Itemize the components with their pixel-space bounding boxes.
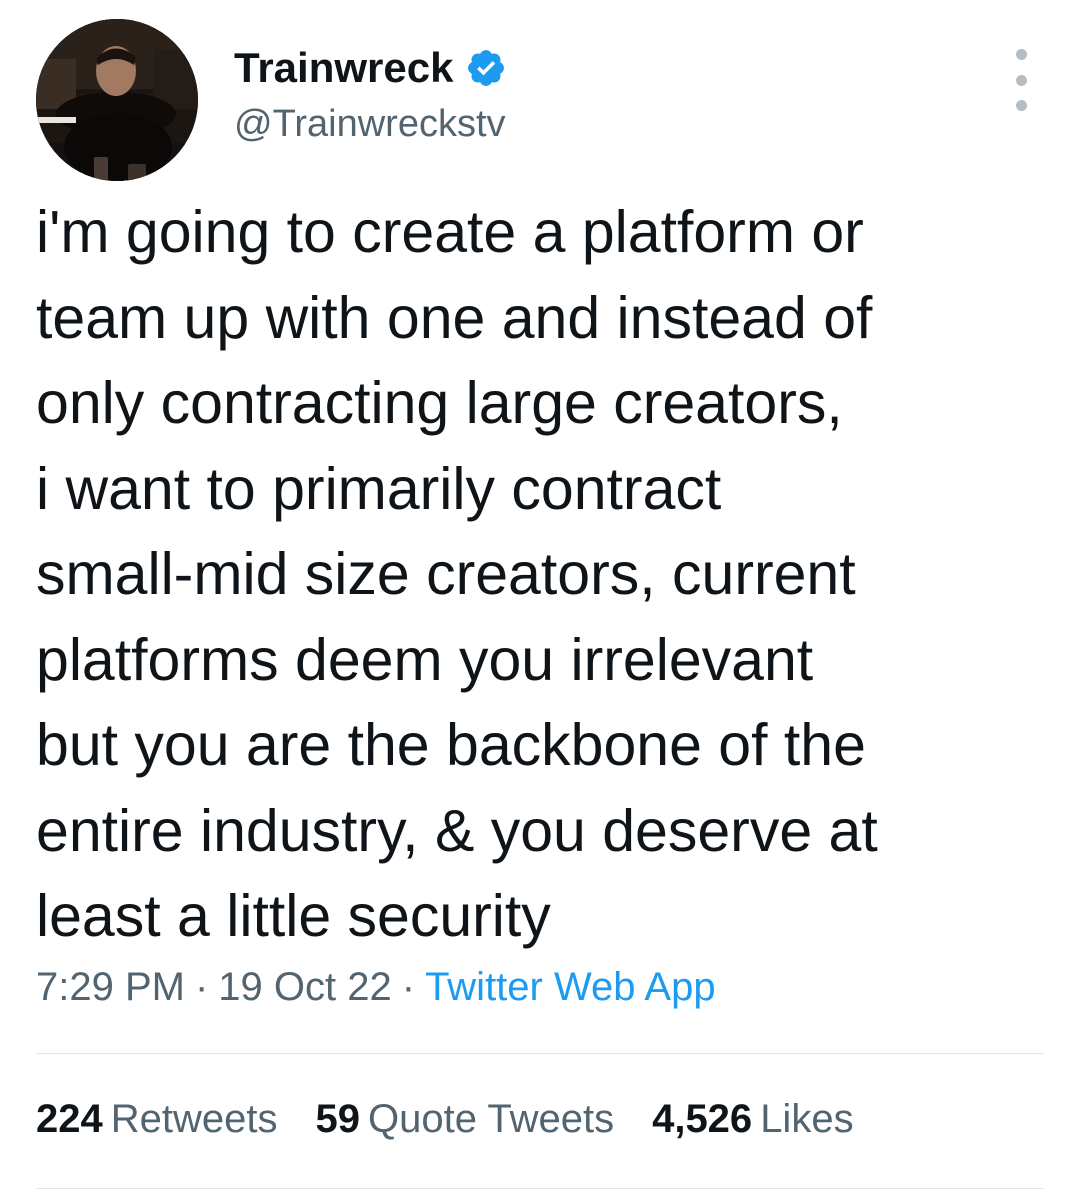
divider xyxy=(36,1053,1044,1054)
quotes-count: 59 xyxy=(315,1097,361,1141)
tweet-source-link[interactable]: Twitter Web App xyxy=(425,965,716,1009)
divider xyxy=(36,1188,1044,1189)
tweet-line: entire industry, & you deserve at xyxy=(36,797,878,864)
meta-separator: · xyxy=(194,965,209,1009)
profile-photo-icon xyxy=(36,19,198,181)
retweets-label: Retweets xyxy=(110,1097,278,1141)
tweet-time[interactable]: 7:29 PM xyxy=(36,965,185,1009)
tweet-line: platforms deem you irrelevant xyxy=(36,626,814,693)
avatar[interactable] xyxy=(36,19,198,181)
quotes-label: Quote Tweets xyxy=(368,1097,615,1141)
tweet-meta: 7:29 PM · 19 Oct 22 · Twitter Web App xyxy=(36,965,716,1010)
tweet-date[interactable]: 19 Oct 22 xyxy=(218,965,391,1009)
verified-badge-icon xyxy=(468,50,505,86)
tweet-line: least a little security xyxy=(36,883,551,949)
likes-count: 4,526 xyxy=(652,1097,753,1141)
retweets-count: 224 xyxy=(36,1097,103,1141)
author-info: Trainwreck @Trainwreckstv xyxy=(234,41,507,146)
tweet-line: but you are the backbone of the xyxy=(36,712,866,778)
tweet-line: i want to primarily contract xyxy=(36,455,722,522)
retweets-stat[interactable]: 224 Retweets xyxy=(36,1097,278,1142)
tweet-header: Trainwreck @Trainwreckstv xyxy=(36,19,1046,183)
tweet-line: only contracting large creators, xyxy=(36,370,843,436)
meta-separator: · xyxy=(401,965,416,1009)
handle[interactable]: @Trainwreckstv xyxy=(234,103,507,146)
likes-stat[interactable]: 4,526 Likes xyxy=(652,1097,854,1142)
more-options-icon[interactable] xyxy=(1014,49,1028,111)
quote-tweets-stat[interactable]: 59 Quote Tweets xyxy=(316,1097,615,1142)
tweet-stats: 224 Retweets 59 Quote Tweets 4,526 Likes xyxy=(36,1097,892,1142)
likes-label: Likes xyxy=(760,1097,854,1141)
tweet-line: team up with one and instead of xyxy=(36,284,873,351)
name-row: Trainwreck xyxy=(234,41,507,95)
tweet-line: small-mid size creators, current xyxy=(36,541,856,607)
display-name[interactable]: Trainwreck xyxy=(234,44,453,92)
tweet-line: i'm going to create a platform or xyxy=(36,199,864,265)
tweet-text: i'm going to create a platform or team u… xyxy=(36,190,1036,960)
